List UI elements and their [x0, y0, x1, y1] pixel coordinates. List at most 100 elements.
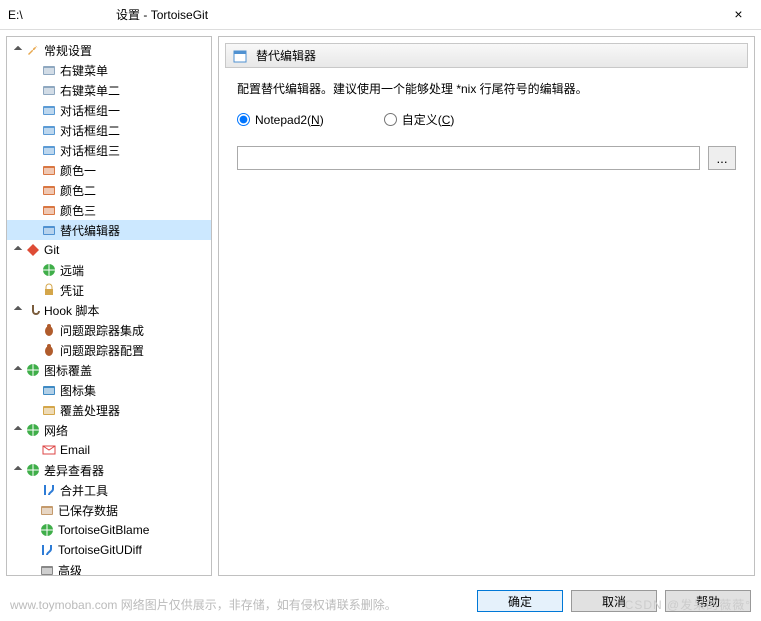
editor-icon — [232, 48, 248, 64]
advanced-icon — [39, 562, 55, 576]
tree-item-已保存数据[interactable]: 已保存数据 — [7, 500, 211, 520]
close-button[interactable]: × — [716, 0, 761, 28]
handler-icon — [41, 402, 57, 418]
tree-item-label: 替代编辑器 — [60, 222, 120, 239]
chevron-down-icon[interactable] — [11, 426, 25, 435]
tree-item-TortoiseGitBlame[interactable]: TortoiseGitBlame — [7, 520, 211, 540]
udiff-icon — [39, 542, 55, 558]
tree-item-凭证[interactable]: 凭证 — [7, 280, 211, 300]
tree-item-网络[interactable]: 网络 — [7, 420, 211, 440]
tree-item-label: Hook 脚本 — [44, 302, 99, 319]
bug-icon — [41, 342, 57, 358]
tree-item-Git[interactable]: Git — [7, 240, 211, 260]
globe-icon — [41, 262, 57, 278]
tree-item-label: Email — [60, 443, 90, 457]
tree-item-图标集[interactable]: 图标集 — [7, 380, 211, 400]
tree-item-label: 对话框组二 — [60, 122, 120, 139]
merge-icon — [41, 482, 57, 498]
tree-item-右键菜单[interactable]: 右键菜单 — [7, 60, 211, 80]
tree-item-label: 颜色一 — [60, 162, 96, 179]
chevron-down-icon[interactable] — [11, 466, 25, 475]
gear-icon — [41, 82, 57, 98]
blame-icon — [39, 522, 55, 538]
tree-item-差异查看器[interactable]: 差异查看器 — [7, 460, 211, 480]
group-title: 替代编辑器 — [256, 47, 316, 64]
colors-icon — [41, 182, 57, 198]
network-icon — [25, 422, 41, 438]
gear-icon — [41, 62, 57, 78]
hook-icon — [25, 302, 41, 318]
tree-item-替代编辑器[interactable]: 替代编辑器 — [7, 220, 211, 240]
tree-item-label: Git — [44, 243, 59, 257]
chevron-down-icon[interactable] — [11, 306, 25, 315]
saved-icon — [39, 502, 55, 518]
tree-item-问题跟踪器配置[interactable]: 问题跟踪器配置 — [7, 340, 211, 360]
dialogs-icon — [41, 142, 57, 158]
colors-icon — [41, 162, 57, 178]
tree-item-对话框组三[interactable]: 对话框组三 — [7, 140, 211, 160]
bug-icon — [41, 322, 57, 338]
tree-item-label: 右键菜单 — [60, 62, 108, 79]
chevron-down-icon[interactable] — [11, 366, 25, 375]
tree-item-label: 高级 — [58, 562, 82, 577]
tree-item-label: 颜色二 — [60, 182, 96, 199]
dialogs-icon — [41, 122, 57, 138]
chevron-down-icon[interactable] — [11, 46, 25, 55]
tree-item-label: 凭证 — [60, 282, 84, 299]
tree-item-颜色一[interactable]: 颜色一 — [7, 160, 211, 180]
window-title: E:\ 设置 - TortoiseGit — [8, 6, 208, 23]
tree-item-合并工具[interactable]: 合并工具 — [7, 480, 211, 500]
lock-icon — [41, 282, 57, 298]
chevron-down-icon[interactable] — [11, 246, 25, 255]
tree-item-label: 远端 — [60, 262, 84, 279]
tree-item-label: 对话框组三 — [60, 142, 120, 159]
tree-item-label: 常规设置 — [44, 42, 92, 59]
tree-item-label: 问题跟踪器集成 — [60, 322, 144, 339]
help-button[interactable]: 帮助 — [665, 590, 751, 612]
content-panel: 替代编辑器 配置替代编辑器。建议使用一个能够处理 *nix 行尾符号的编辑器。 … — [218, 36, 755, 576]
tree-item-图标覆盖[interactable]: 图标覆盖 — [7, 360, 211, 380]
group-header: 替代编辑器 — [225, 43, 748, 68]
diff-icon — [25, 462, 41, 478]
tree-item-右键菜单二[interactable]: 右键菜单二 — [7, 80, 211, 100]
tree-item-label: TortoiseGitBlame — [58, 523, 149, 537]
tree-item-label: 颜色三 — [60, 202, 96, 219]
radio-notepad2-input[interactable] — [237, 113, 250, 126]
tree-item-常规设置[interactable]: 常规设置 — [7, 40, 211, 60]
editor-path-input[interactable] — [237, 146, 700, 170]
tree-item-label: 对话框组一 — [60, 102, 120, 119]
tree-item-问题跟踪器集成[interactable]: 问题跟踪器集成 — [7, 320, 211, 340]
tree-item-高级[interactable]: 高级 — [7, 560, 211, 576]
browse-button[interactable]: ... — [708, 146, 736, 170]
tree-item-label: 问题跟踪器配置 — [60, 342, 144, 359]
tree-item-label: 图标集 — [60, 382, 96, 399]
colors-icon — [41, 202, 57, 218]
tree-item-对话框组一[interactable]: 对话框组一 — [7, 100, 211, 120]
description-text: 配置替代编辑器。建议使用一个能够处理 *nix 行尾符号的编辑器。 — [237, 80, 736, 97]
ok-button[interactable]: 确定 — [477, 590, 563, 612]
radio-custom-input[interactable] — [384, 113, 397, 126]
settings-tree[interactable]: 常规设置右键菜单右键菜单二对话框组一对话框组二对话框组三颜色一颜色二颜色三替代编… — [6, 36, 212, 576]
iconset-icon — [41, 382, 57, 398]
tree-item-对话框组二[interactable]: 对话框组二 — [7, 120, 211, 140]
radio-custom-label: 自定义(C) — [402, 111, 455, 128]
tree-item-远端[interactable]: 远端 — [7, 260, 211, 280]
tree-item-覆盖处理器[interactable]: 覆盖处理器 — [7, 400, 211, 420]
radio-custom[interactable]: 自定义(C) — [384, 111, 455, 128]
cancel-button[interactable]: 取消 — [571, 590, 657, 612]
tree-item-Email[interactable]: Email — [7, 440, 211, 460]
tree-item-TortoiseGitUDiff[interactable]: TortoiseGitUDiff — [7, 540, 211, 560]
tree-item-label: 右键菜单二 — [60, 82, 120, 99]
tree-item-label: 差异查看器 — [44, 462, 104, 479]
tree-item-颜色三[interactable]: 颜色三 — [7, 200, 211, 220]
editor-icon — [41, 222, 57, 238]
overlay-icon — [25, 362, 41, 378]
wrench-icon — [25, 42, 41, 58]
tree-item-label: 网络 — [44, 422, 68, 439]
button-bar: 确定 取消 帮助 — [0, 585, 761, 617]
radio-notepad2[interactable]: Notepad2(N) — [237, 113, 324, 127]
tree-item-Hook 脚本[interactable]: Hook 脚本 — [7, 300, 211, 320]
titlebar: E:\ 设置 - TortoiseGit × — [0, 0, 761, 30]
tree-item-label: 图标覆盖 — [44, 362, 92, 379]
tree-item-颜色二[interactable]: 颜色二 — [7, 180, 211, 200]
